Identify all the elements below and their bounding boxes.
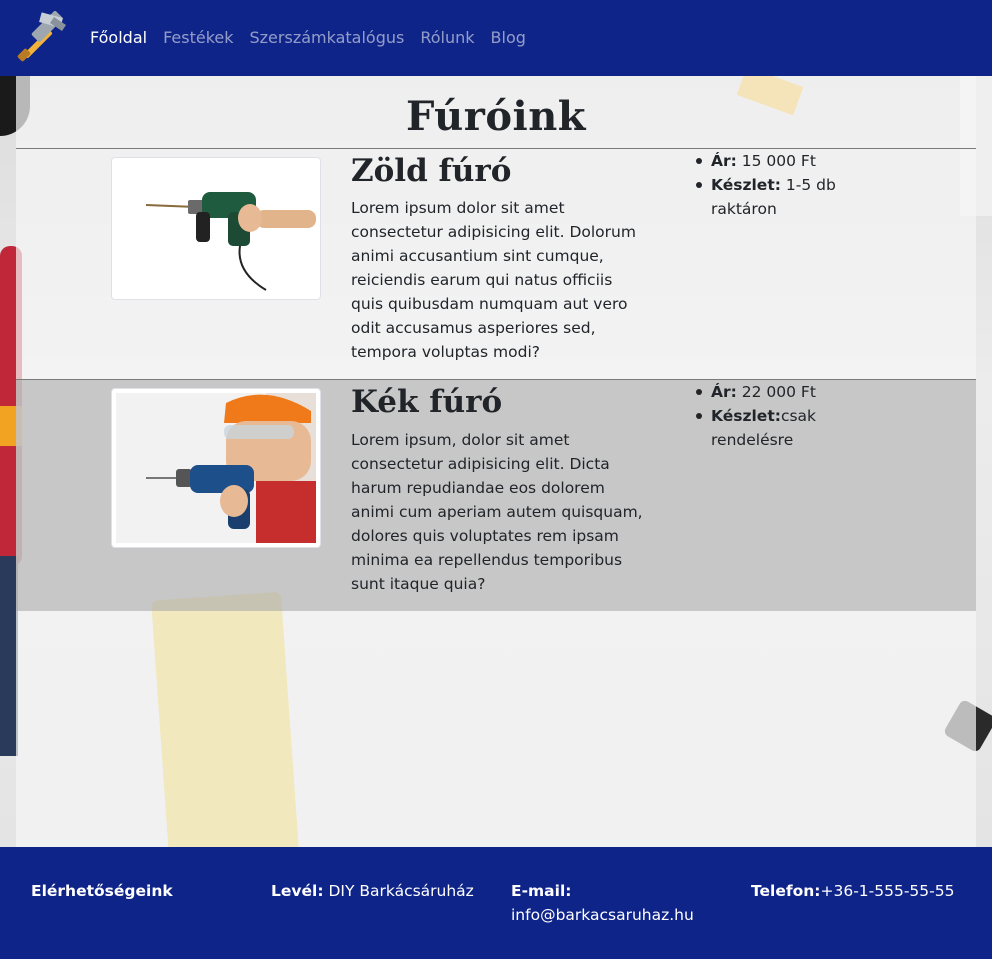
nav-item-blog[interactable]: Blog (491, 26, 526, 50)
price-value: 22 000 Ft (736, 383, 816, 401)
stock-item: Készlet:csak rendelésre (696, 404, 841, 452)
footer: Elérhetőségeink Levél: DIY Barkácsáruház… (0, 847, 992, 959)
page-title: Fúróink (405, 93, 587, 140)
hammer-icon[interactable] (14, 10, 68, 65)
price-value: 15 000 Ft (736, 152, 816, 170)
email-value[interactable]: info@barkacsaruhaz.hu (511, 906, 694, 924)
mail-value: DIY Barkácsáruház (323, 882, 474, 900)
product-row: Zöld fúró Lorem ipsum dolor sit amet con… (16, 148, 976, 379)
phone-value[interactable]: +36-1-555-55-55 (820, 882, 954, 900)
mail-label: Levél: (271, 882, 324, 900)
price-label: Ár: (711, 152, 737, 170)
product-specs: Ár: 22 000 Ft Készlet:csak rendelésre (696, 380, 841, 452)
navbar: Főoldal Festékek Szerszámkatalógus Rólun… (0, 0, 992, 76)
footer-phone: Telefon:+36-1-555-55-55 (751, 879, 954, 903)
nav-item-fooldal[interactable]: Főoldal (90, 26, 147, 50)
blue-drill-photo (116, 393, 316, 543)
footer-heading-text: Elérhetőségeink (31, 882, 173, 900)
price-label: Ár: (711, 383, 737, 401)
product-image[interactable] (111, 157, 321, 300)
stock-label: Készlet: (711, 407, 781, 425)
footer-email: E-mail: info@barkacsaruhaz.hu (511, 879, 731, 927)
product-title: Kék fúró (351, 384, 503, 420)
main-content: Fúróink Zöld fúró Lorem ipsum dolor sit … (16, 76, 976, 847)
stock-label: Készlet: (711, 176, 781, 194)
product-title: Zöld fúró (351, 153, 512, 189)
price-item: Ár: 15 000 Ft (696, 149, 841, 173)
email-label: E-mail: (511, 882, 572, 900)
product-description: Lorem ipsum, dolor sit amet consectetur … (351, 431, 643, 593)
product-description: Lorem ipsum dolor sit amet consectetur a… (351, 199, 636, 361)
nav-item-rolunk[interactable]: Rólunk (420, 26, 474, 50)
nav-item-szerszamkatalogus[interactable]: Szerszámkatalógus (250, 26, 405, 50)
price-item: Ár: 22 000 Ft (696, 380, 841, 404)
main-nav: Főoldal Festékek Szerszámkatalógus Rólun… (90, 26, 542, 50)
phone-label: Telefon: (751, 882, 821, 900)
nav-item-festekek[interactable]: Festékek (163, 26, 233, 50)
footer-heading: Elérhetőségeink (31, 879, 173, 903)
stock-item: Készlet: 1-5 db raktáron (696, 173, 841, 221)
product-row: Kék fúró Lorem ipsum, dolor sit amet con… (16, 379, 976, 611)
product-image[interactable] (111, 388, 321, 548)
product-specs: Ár: 15 000 Ft Készlet: 1-5 db raktáron (696, 149, 841, 221)
footer-mail: Levél: DIY Barkácsáruház (271, 879, 474, 903)
green-drill-photo (116, 162, 316, 295)
